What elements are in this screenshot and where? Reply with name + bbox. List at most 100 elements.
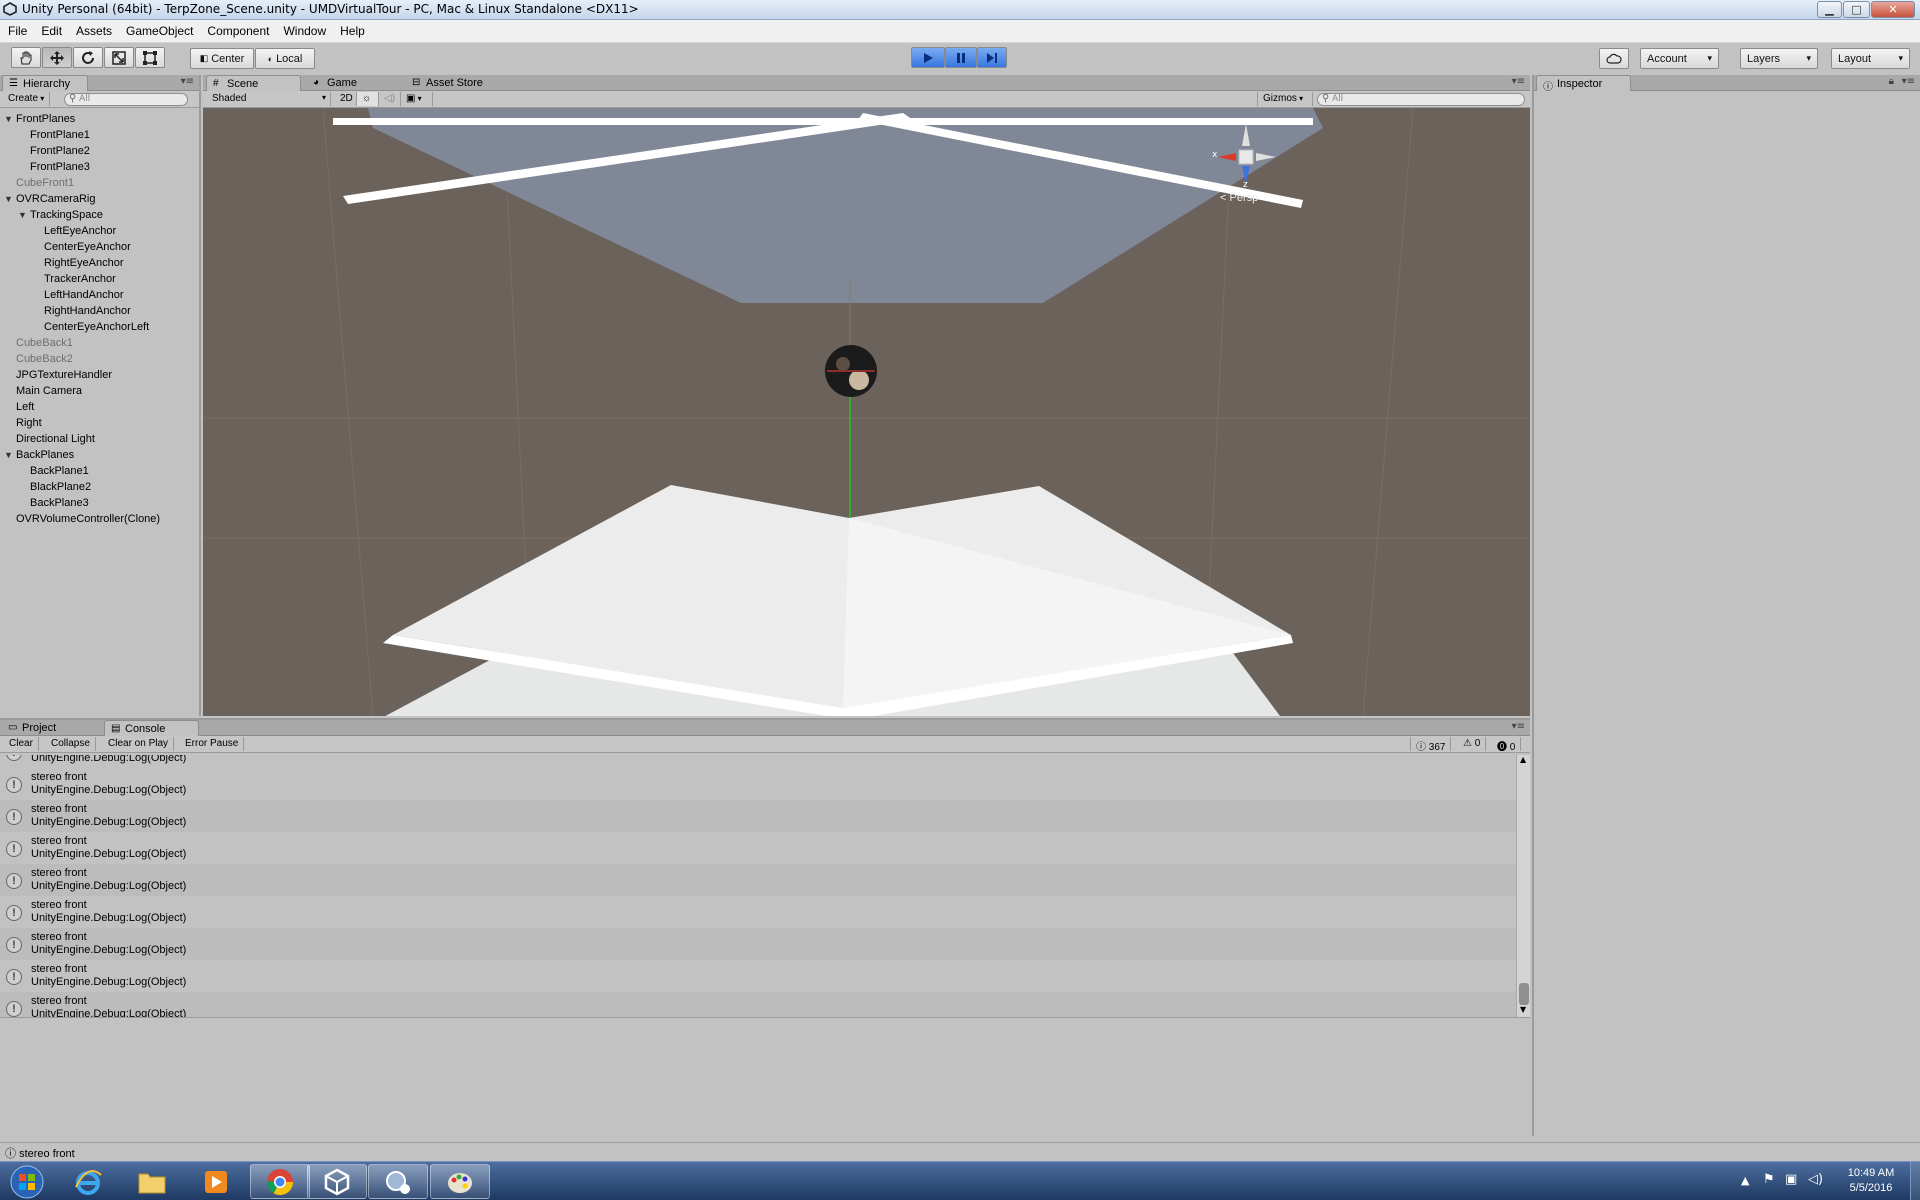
hierarchy-item[interactable]: BackPlane3	[30, 495, 89, 511]
scroll-up-icon[interactable]: ▲	[1520, 755, 1526, 764]
taskbar-clock[interactable]: 10:49 AM 5/5/2016	[1836, 1166, 1906, 1196]
menu-edit[interactable]: Edit	[41, 24, 70, 38]
orientation-axes-icon[interactable]	[1206, 118, 1286, 188]
expand-arrow-icon[interactable]: ▼	[4, 191, 13, 207]
scene-render[interactable]	[203, 108, 1530, 716]
menu-component[interactable]: Component	[207, 24, 277, 38]
hand-tool-button[interactable]	[11, 47, 41, 68]
console-log-list[interactable]: ! UnityEngine.Debug:Log(Object) ! stereo …	[0, 755, 1516, 1017]
hierarchy-item[interactable]: FrontPlane2	[30, 143, 90, 159]
shading-mode-dropdown[interactable]: Shaded ▾	[207, 92, 331, 106]
cloud-services-button[interactable]	[1599, 48, 1629, 69]
hierarchy-item[interactable]: CenterEyeAnchorLeft	[44, 319, 149, 335]
hierarchy-item[interactable]: CubeBack2	[16, 351, 73, 367]
toggle-2d-button[interactable]: 2D	[335, 92, 357, 106]
console-entry-partial[interactable]: ! UnityEngine.Debug:Log(Object)	[0, 755, 1516, 768]
console-scroll-thumb[interactable]	[1519, 983, 1529, 1005]
menu-file[interactable]: File	[8, 24, 35, 38]
pivot-center-toggle[interactable]: ◧ Center	[190, 48, 254, 69]
hierarchy-item[interactable]: ▼ FrontPlanes	[4, 111, 75, 127]
hierarchy-item[interactable]: FrontPlane1	[30, 127, 90, 143]
console-collapse-button[interactable]: Collapse	[46, 737, 96, 751]
taskbar-chrome[interactable]	[250, 1164, 310, 1199]
taskbar-internet-explorer[interactable]	[58, 1164, 118, 1199]
close-button[interactable]: ✕	[1871, 1, 1915, 18]
rect-tool-button[interactable]	[135, 47, 165, 68]
create-dropdown[interactable]: Create ▾	[3, 92, 51, 106]
start-button[interactable]	[4, 1163, 50, 1200]
window-title-bar[interactable]: Unity Personal (64bit) - TerpZone_Scene.…	[0, 0, 1920, 20]
panel-menu-icon[interactable]: ▾≡	[1512, 721, 1525, 732]
info-count-toggle[interactable]: ⓘ 367	[1410, 737, 1452, 753]
scene-audio-toggle[interactable]: ◁)	[379, 92, 401, 106]
expand-arrow-icon[interactable]: ▼	[4, 447, 13, 463]
console-detail-pane[interactable]	[0, 1017, 1530, 1138]
console-scrollbar[interactable]: ▲ ▼	[1516, 755, 1530, 1017]
hierarchy-item[interactable]: ▼ OVRCameraRig	[4, 191, 95, 207]
rotate-tool-button[interactable]	[73, 47, 103, 68]
hierarchy-item[interactable]: CenterEyeAnchor	[44, 239, 131, 255]
status-bar[interactable]: ⓘ stereo front	[0, 1142, 1920, 1161]
scene-effects-dropdown[interactable]: ▣ ▾	[401, 92, 433, 106]
pivot-rotation-toggle[interactable]: ◐ Local	[255, 48, 315, 69]
menu-window[interactable]: Window	[283, 24, 334, 38]
scene-viewport[interactable]: x z < Persp	[203, 108, 1530, 716]
taskbar-paint[interactable]	[430, 1164, 490, 1199]
scale-tool-button[interactable]	[104, 47, 134, 68]
hierarchy-item[interactable]: RightHandAnchor	[44, 303, 131, 319]
console-entry[interactable]: ! stereo front UnityEngine.Debug:Log(Objec…	[0, 768, 1516, 800]
action-center-flag-icon[interactable]: ⚑	[1763, 1172, 1775, 1187]
taskbar-media-player[interactable]	[186, 1164, 246, 1199]
console-entry[interactable]: ! stereo front UnityEngine.Debug:Log(Objec…	[0, 928, 1516, 960]
camera-sphere-object[interactable]	[825, 345, 877, 397]
hierarchy-search-input[interactable]: All	[64, 93, 188, 106]
tab-inspector[interactable]: ⓘ Inspector	[1536, 75, 1631, 93]
hierarchy-item[interactable]: Left	[16, 399, 34, 415]
taskbar-unity[interactable]	[307, 1164, 367, 1199]
scene-search-input[interactable]: All	[1317, 93, 1525, 106]
hierarchy-item[interactable]: TrackerAnchor	[44, 271, 116, 287]
error-count-toggle[interactable]: ⓿ 0	[1492, 737, 1522, 753]
layout-dropdown[interactable]: Layout	[1831, 48, 1910, 69]
hierarchy-item[interactable]: JPGTextureHandler	[16, 367, 112, 383]
hierarchy-item[interactable]: Main Camera	[16, 383, 82, 399]
layers-dropdown[interactable]: Layers	[1740, 48, 1818, 69]
move-tool-button[interactable]	[42, 47, 72, 68]
menu-gameobject[interactable]: GameObject	[126, 24, 201, 38]
hierarchy-item[interactable]: Directional Light	[16, 431, 95, 447]
tab-game[interactable]: ◕ Game	[307, 75, 387, 91]
hierarchy-item[interactable]: OVRVolumeController(Clone)	[16, 511, 160, 527]
warning-count-toggle[interactable]: ⚠ 0	[1458, 737, 1487, 751]
play-button[interactable]	[911, 47, 945, 68]
tab-hierarchy[interactable]: ☰ Hierarchy	[2, 75, 88, 91]
show-hidden-icons-icon[interactable]: ▲	[1741, 1174, 1749, 1187]
expand-arrow-icon[interactable]: ▼	[18, 207, 27, 223]
account-dropdown[interactable]: Account	[1640, 48, 1719, 69]
hierarchy-item[interactable]: CubeBack1	[16, 335, 73, 351]
hierarchy-item[interactable]: LeftEyeAnchor	[44, 223, 116, 239]
hierarchy-item[interactable]: FrontPlane3	[30, 159, 90, 175]
console-error-pause-toggle[interactable]: Error Pause	[180, 737, 245, 751]
console-entry[interactable]: ! stereo front UnityEngine.Debug:Log(Objec…	[0, 832, 1516, 864]
panel-menu-icon[interactable]: ▾≡	[1902, 76, 1915, 87]
console-entry[interactable]: ! stereo front UnityEngine.Debug:Log(Objec…	[0, 800, 1516, 832]
menu-assets[interactable]: Assets	[76, 24, 120, 38]
expand-arrow-icon[interactable]: ▼	[4, 111, 13, 127]
tab-asset-store[interactable]: ⊟ Asset Store	[406, 75, 516, 91]
tab-scene[interactable]: # Scene	[206, 75, 301, 91]
gizmos-dropdown[interactable]: Gizmos ▾	[1257, 92, 1313, 106]
panel-menu-icon[interactable]: ▾≡	[1512, 76, 1525, 87]
console-entry[interactable]: ! stereo front UnityEngine.Debug:Log(Objec…	[0, 992, 1516, 1017]
console-entry[interactable]: ! stereo front UnityEngine.Debug:Log(Objec…	[0, 896, 1516, 928]
console-clear-button[interactable]: Clear	[4, 737, 39, 751]
volume-icon[interactable]: ◁)	[1808, 1172, 1823, 1187]
console-entry[interactable]: ! stereo front UnityEngine.Debug:Log(Objec…	[0, 864, 1516, 896]
maximize-button[interactable]: □	[1843, 1, 1870, 18]
hierarchy-item[interactable]: BlackPlane2	[30, 479, 91, 495]
tab-project[interactable]: ▭ Project	[2, 720, 97, 736]
console-clear-on-play-toggle[interactable]: Clear on Play	[103, 737, 175, 751]
hierarchy-item[interactable]: BackPlane1	[30, 463, 89, 479]
pause-button[interactable]	[945, 47, 977, 68]
menu-help[interactable]: Help	[340, 24, 373, 38]
scene-lighting-toggle[interactable]: ☼	[357, 92, 379, 106]
